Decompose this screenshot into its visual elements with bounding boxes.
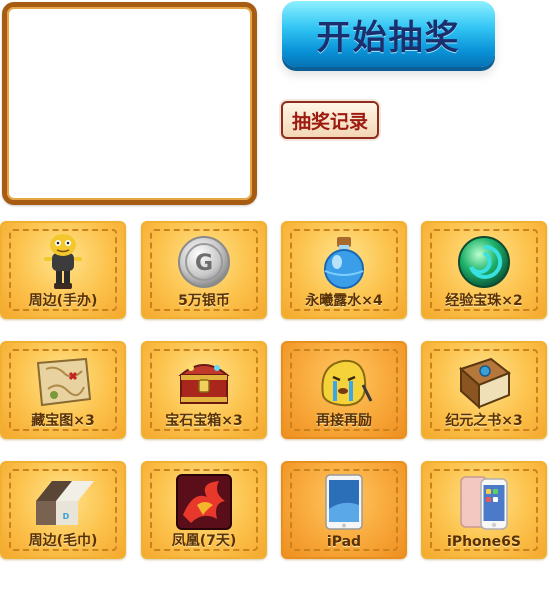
silver-coin-icon: G [178,236,230,288]
prize-label: 藏宝图×3 [31,413,95,429]
svg-text:G: G [195,251,213,276]
prize-label: iPad [326,534,362,550]
book-icon [459,357,511,410]
potion-bottle-icon [324,237,364,289]
prize-label: 宝石宝箱×3 [165,413,243,429]
prize-tile[interactable]: 永曦露水×4 [281,221,407,319]
tablet-icon [325,474,363,530]
crying-mascot-icon [321,359,373,407]
prize-label: 凤凰(7天) [171,533,237,549]
prize-tile[interactable]: iPad [281,461,407,559]
prize-label: 5万银币 [178,293,230,309]
prize-label: iPhone6S [447,534,521,550]
prize-tile[interactable]: 纪元之书×3 [421,341,547,439]
prize-label: 周边(毛巾) [28,533,98,549]
prize-tile[interactable]: G 5万银币 [141,221,267,319]
prize-tile[interactable]: 藏宝图×3 [0,341,126,439]
prize-tile[interactable]: 周边(手办) [0,221,126,319]
towel-icon: D [36,481,94,525]
phone-icon [460,476,508,530]
start-lottery-button[interactable]: 开始抽奖 [282,1,495,67]
prize-label: 永曦露水×4 [305,293,383,309]
prize-tile[interactable]: 凤凰(7天) [141,461,267,559]
svg-text:D: D [63,512,70,521]
prize-label: 纪元之书×3 [445,413,523,429]
phoenix-icon [176,474,232,530]
start-lottery-label: 开始抽奖 [316,17,461,58]
prize-tile[interactable]: 宝石宝箱×3 [141,341,267,439]
prize-tile[interactable]: D 周边(毛巾) [0,461,126,559]
prize-tile[interactable]: 经验宝珠×2 [421,221,547,319]
lottery-result-panel [2,2,257,205]
treasure-chest-icon [178,364,230,404]
prize-label: 周边(手办) [28,293,98,309]
prize-label: 经验宝珠×2 [445,293,523,309]
treasure-map-icon [36,357,92,407]
green-orb-icon [458,236,510,288]
prize-tile[interactable]: 再接再励 [281,341,407,439]
lottery-record-button[interactable]: 抽奖记录 [281,101,379,139]
prize-tile[interactable]: iPhone6S [421,461,547,559]
lottery-record-label: 抽奖记录 [291,110,368,133]
figure-icon [44,234,82,289]
prize-label: 再接再励 [316,413,372,429]
